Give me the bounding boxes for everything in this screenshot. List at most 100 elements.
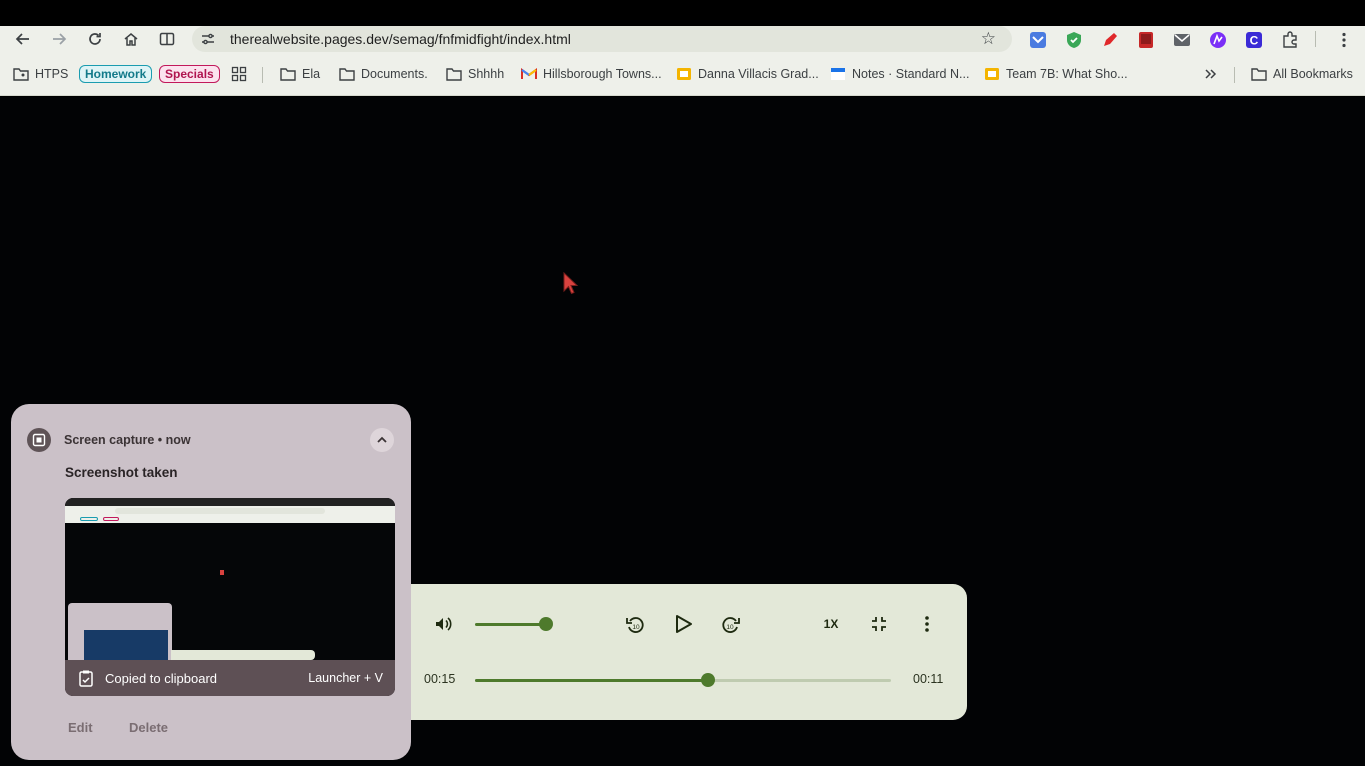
pen-extension-icon[interactable] [1100, 30, 1119, 49]
notification-app-title: Screen capture • now [64, 433, 191, 447]
c-extension-icon[interactable]: C [1244, 30, 1263, 49]
bookmark-label: Team 7B: What Sho... [1006, 67, 1128, 81]
mouse-cursor-icon [563, 271, 579, 301]
bookmark-label: Documents. [361, 67, 428, 81]
exit-fullscreen-icon [872, 617, 886, 631]
site-info-icon[interactable] [200, 31, 216, 47]
bookmark-homework[interactable]: Homework [79, 64, 153, 84]
bookmark-folder-shhhh[interactable]: Shhhh [446, 64, 504, 84]
bookmark-notes-standard[interactable]: Notes · Standard N... [830, 64, 969, 84]
bookmark-label: Danna Villacis Grad... [698, 67, 819, 81]
apps-grid-button[interactable] [231, 64, 253, 84]
apps-grid-icon [231, 66, 247, 82]
browser-toolbar: therealwebsite.pages.dev/semag/fnfmidfig… [0, 26, 1365, 53]
bookmark-label: Ela [302, 67, 321, 81]
rewind-10-icon: 10 [626, 617, 644, 633]
forward-10-button[interactable]: 10 [719, 613, 743, 637]
toolbar-divider [1315, 31, 1316, 47]
bookmark-label: All Bookmarks [1273, 67, 1353, 81]
remaining-time: 00:11 [913, 672, 944, 686]
progress-fill [475, 679, 708, 682]
bookmarks-divider [262, 67, 263, 83]
bookmarks-bar: HTPS Homework Specials Ela Documents. Sh… [0, 53, 1365, 96]
bookmark-label: Specials [159, 65, 220, 83]
side-panel-button[interactable] [155, 27, 179, 51]
delete-button[interactable]: Delete [129, 720, 168, 735]
volume-icon [436, 617, 452, 631]
book-extension-icon[interactable] [1136, 30, 1155, 49]
folder-icon [1251, 66, 1267, 82]
home-button[interactable] [119, 27, 143, 51]
purple-extension-icon[interactable] [1208, 30, 1227, 49]
bookmark-folder-documents[interactable]: Documents. [339, 64, 428, 84]
back-arrow-icon [15, 33, 29, 45]
bookmark-danna-villacis[interactable]: Danna Villacis Grad... [676, 64, 819, 84]
notification-headline: Screenshot taken [65, 465, 178, 480]
bookmarks-divider [1234, 67, 1235, 83]
more-options-button[interactable] [916, 613, 938, 635]
shield-extension-icon[interactable] [1064, 30, 1083, 49]
thumb-homework-pill [80, 517, 98, 521]
bookmark-label: HTPS [35, 67, 69, 81]
screen-capture-notification: Screen capture • now Screenshot taken Co… [11, 404, 411, 760]
bookmark-folder-ela[interactable]: Ela [280, 64, 320, 84]
clipboard-caption-bar[interactable]: Copied to clipboard Launcher + V [65, 660, 395, 696]
edit-button[interactable]: Edit [68, 720, 93, 735]
thumb-cursor [220, 570, 224, 575]
thumb-player [171, 650, 315, 660]
progress-handle[interactable] [700, 673, 715, 687]
slides-icon [984, 66, 1000, 82]
exit-fullscreen-button[interactable] [868, 613, 890, 635]
rewind-10-button[interactable]: 10 [623, 613, 647, 637]
bookmark-label: Hillsborough Towns... [543, 67, 662, 81]
more-vertical-icon [925, 616, 929, 632]
all-bookmarks-button[interactable]: All Bookmarks [1251, 64, 1353, 84]
thumb-top-strip [65, 498, 395, 506]
extension-1-icon[interactable] [1028, 30, 1047, 49]
play-button[interactable] [670, 611, 696, 637]
url-text[interactable]: therealwebsite.pages.dev/semag/fnfmidfig… [230, 31, 571, 47]
thumb-address-bar [115, 508, 325, 514]
kebab-menu-icon[interactable] [1334, 30, 1353, 49]
bookmark-label: Notes · Standard N... [852, 67, 970, 81]
collapse-notification-button[interactable] [370, 428, 394, 452]
bookmark-star-icon[interactable]: ☆ [981, 29, 996, 49]
folder-icon [339, 66, 355, 82]
home-icon [124, 33, 138, 46]
extensions-puzzle-icon[interactable] [1280, 30, 1299, 49]
bookmark-hillsborough[interactable]: Hillsborough Towns... [521, 64, 662, 84]
bookmark-htps[interactable]: HTPS [13, 64, 68, 84]
folder-icon [280, 66, 296, 82]
clipboard-shortcut-hint: Launcher + V [308, 671, 383, 685]
bookmark-label: Shhhh [468, 67, 505, 81]
forward-arrow-icon [53, 33, 67, 45]
elapsed-time: 00:15 [424, 672, 456, 686]
thumb-specials-pill [103, 517, 119, 521]
svg-text:10: 10 [726, 624, 734, 631]
forward-10-icon: 10 [722, 617, 740, 633]
back-button[interactable] [11, 27, 35, 51]
folder-shared-icon [13, 66, 29, 82]
more-bookmarks-button[interactable] [1202, 64, 1224, 84]
folder-icon [446, 66, 462, 82]
svg-text:C: C [1249, 33, 1258, 47]
bookmark-team-7b[interactable]: Team 7B: What Sho... [984, 64, 1128, 84]
reload-button[interactable] [83, 27, 107, 51]
address-bar[interactable]: therealwebsite.pages.dev/semag/fnfmidfig… [192, 26, 1012, 52]
forward-button[interactable] [47, 27, 71, 51]
clipboard-check-icon [79, 670, 93, 687]
notes-icon [830, 66, 846, 82]
clipboard-caption-text: Copied to clipboard [105, 670, 218, 686]
volume-slider-track[interactable] [475, 623, 545, 626]
slides-icon [676, 66, 692, 82]
volume-button[interactable] [432, 613, 454, 635]
volume-slider-handle[interactable] [538, 617, 553, 631]
reload-icon [89, 33, 101, 45]
window-top-strip [0, 0, 1365, 26]
chevron-up-icon [377, 436, 387, 443]
bookmark-label: Homework [79, 65, 153, 83]
bookmark-specials[interactable]: Specials [159, 64, 220, 84]
thumb-browser-chrome [65, 506, 395, 523]
mail-extension-icon[interactable] [1172, 30, 1191, 49]
playback-speed-button[interactable]: 1X [816, 613, 846, 635]
